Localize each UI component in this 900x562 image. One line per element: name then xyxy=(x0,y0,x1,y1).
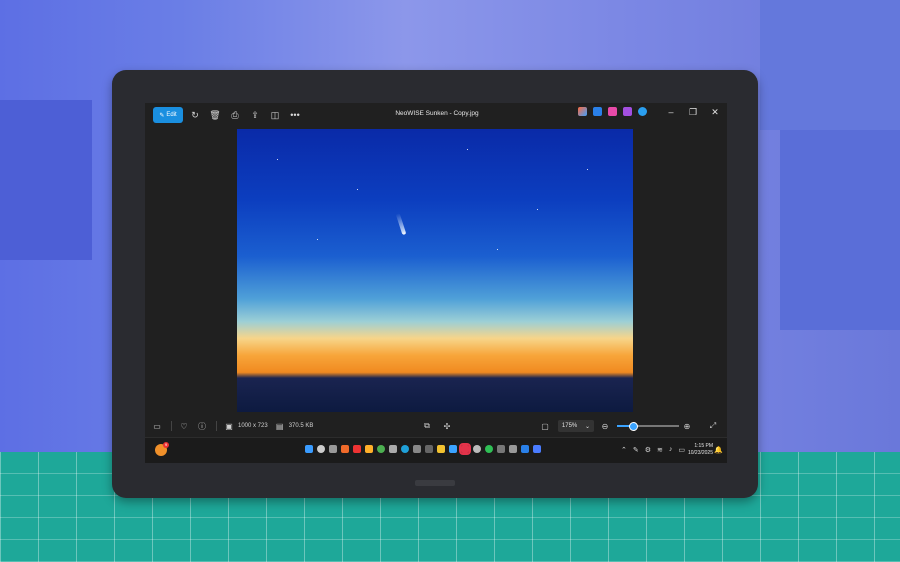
chevron-up-icon[interactable]: ⌃ xyxy=(621,446,627,454)
zoom-slider-knob[interactable] xyxy=(628,422,638,431)
app-icon[interactable] xyxy=(413,445,421,453)
windows-taskbar: 9 ⌃ ✎ ⚙ ≋ ♪ ▭ 1:15 PM 10/23/2025 🔔 xyxy=(145,437,727,463)
zoom-level: 175% xyxy=(561,423,578,429)
info-icon[interactable]: ⓘ xyxy=(196,420,208,432)
photos-app-window: ✎ Edit ↻ 🗑 ⎙ ⇪ ◫ ••• NeoWISE Sunken - Co… xyxy=(145,103,727,463)
photos-icon[interactable] xyxy=(521,445,529,453)
favorite-icon[interactable]: ♡ xyxy=(178,420,190,432)
designer-icon[interactable] xyxy=(593,107,602,116)
volume-icon[interactable]: ♪ xyxy=(669,446,673,454)
notification-bell-icon[interactable]: 🔔 xyxy=(714,446,723,454)
copilot-icon[interactable] xyxy=(578,107,587,116)
zoom-dropdown[interactable]: 175% ⌄ xyxy=(558,420,594,432)
edit-button[interactable]: ✎ Edit xyxy=(153,107,183,123)
tablet-logo xyxy=(415,480,455,486)
app-icon[interactable] xyxy=(485,445,493,453)
chrome-icon[interactable] xyxy=(377,445,385,453)
app-icon[interactable] xyxy=(449,445,457,453)
edit-icon: ✎ xyxy=(159,112,165,119)
app-icon[interactable] xyxy=(473,445,481,453)
zoom-out-icon[interactable]: ⊖ xyxy=(599,420,611,432)
photo-viewer xyxy=(145,127,727,415)
star xyxy=(277,159,278,160)
wifi-icon[interactable]: ≋ xyxy=(657,446,663,454)
star xyxy=(497,249,498,250)
search-icon[interactable] xyxy=(317,445,325,453)
dimensions-icon: ▣ xyxy=(225,421,233,431)
delete-icon[interactable]: 🗑 xyxy=(207,107,223,123)
star xyxy=(357,189,358,190)
more-icon[interactable]: ••• xyxy=(287,107,303,123)
app-icon[interactable] xyxy=(389,445,397,453)
restore-icon[interactable]: ❐ xyxy=(687,107,699,118)
app-icon[interactable] xyxy=(353,445,361,453)
clock-date: 10/23/2025 xyxy=(687,450,713,456)
clipchamp-icon[interactable] xyxy=(608,107,617,116)
app-icon[interactable] xyxy=(365,445,373,453)
image-dimensions: 1000 x 723 xyxy=(238,423,268,429)
window-controls: – ❐ ✕ xyxy=(665,107,721,118)
photo-image[interactable] xyxy=(237,129,633,412)
app-icon[interactable] xyxy=(341,445,349,453)
system-tray: ⌃ ✎ ⚙ ≋ ♪ ▭ xyxy=(621,446,685,454)
settings-icon[interactable]: ⚙ xyxy=(645,446,651,454)
fullscreen-icon[interactable]: ⤢ xyxy=(707,420,719,432)
pen-icon[interactable]: ✎ xyxy=(633,446,639,454)
start-icon[interactable] xyxy=(305,445,313,453)
app-icon[interactable] xyxy=(425,445,433,453)
onedrive-icon[interactable] xyxy=(638,107,647,116)
zoom-in-icon[interactable]: ⊕ xyxy=(681,420,693,432)
rotate-icon[interactable]: ↻ xyxy=(187,107,203,123)
star xyxy=(587,169,588,170)
star xyxy=(537,209,538,210)
backdrop-tile xyxy=(0,100,92,260)
window-title: NeoWISE Sunken - Copy.jpg xyxy=(395,110,479,117)
notification-badge: 9 xyxy=(163,442,169,448)
star xyxy=(467,149,468,150)
app-icon[interactable] xyxy=(497,445,505,453)
filmstrip-icon[interactable]: ▭ xyxy=(151,420,163,432)
divider xyxy=(171,421,172,431)
file-explorer-icon[interactable] xyxy=(437,445,445,453)
share-icon[interactable]: ⇪ xyxy=(247,107,263,123)
edge-icon[interactable] xyxy=(401,445,409,453)
backdrop-tile xyxy=(780,130,900,330)
file-size-icon: ▤ xyxy=(275,421,284,431)
backdrop-tile xyxy=(760,0,900,130)
battery-icon[interactable]: ▭ xyxy=(678,446,685,454)
clock[interactable]: 1:15 PM 10/23/2025 xyxy=(688,443,713,457)
clock-time: 1:15 PM xyxy=(694,443,713,449)
minimize-icon[interactable]: – xyxy=(665,107,677,118)
close-icon[interactable]: ✕ xyxy=(709,107,721,118)
app-icon[interactable] xyxy=(509,445,517,453)
zoom-slider[interactable] xyxy=(617,422,679,431)
compare-icon[interactable]: ⧉ xyxy=(421,420,433,432)
editor-icon[interactable] xyxy=(623,107,632,116)
divider xyxy=(216,421,217,431)
star xyxy=(317,239,318,240)
chevron-down-icon: ⌄ xyxy=(585,423,591,430)
comet xyxy=(395,212,407,236)
edit-label: Edit xyxy=(166,112,177,118)
fit-to-window-icon[interactable]: ▢ xyxy=(539,420,551,432)
app-icon[interactable] xyxy=(459,443,471,455)
print-icon[interactable]: ⎙ xyxy=(227,107,243,123)
app-icon[interactable] xyxy=(533,445,541,453)
task-view-icon[interactable] xyxy=(329,445,337,453)
app-shortcuts xyxy=(578,107,647,116)
info-bar: ▭ ♡ ⓘ ▣ 1000 x 723 ▤ 370.5 KB ⧉ ✣ ▢ 175%… xyxy=(145,415,727,437)
taskbar-apps xyxy=(305,443,541,455)
ai-tools-icon[interactable]: ✣ xyxy=(441,420,453,432)
screenshot-icon[interactable]: ◫ xyxy=(267,107,283,123)
title-bar: ✎ Edit ↻ 🗑 ⎙ ⇪ ◫ ••• NeoWISE Sunken - Co… xyxy=(145,103,727,127)
file-size: 370.5 KB xyxy=(288,423,314,429)
